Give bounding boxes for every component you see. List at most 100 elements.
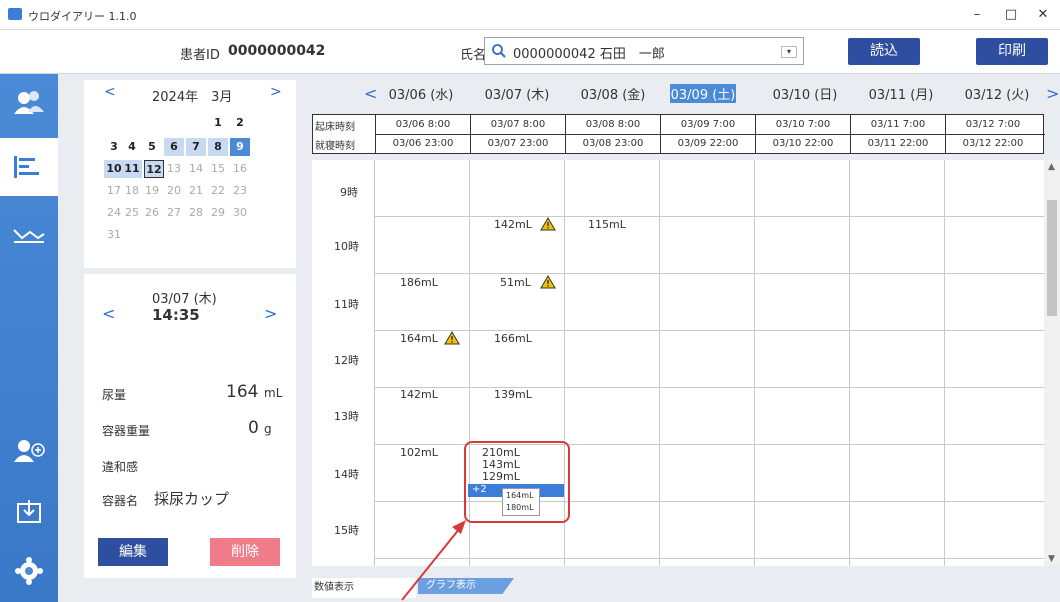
grid-scrollbar[interactable]: ▲ ▼ — [1044, 160, 1060, 566]
calendar-day[interactable]: 2 — [230, 114, 250, 132]
tab-numeric-view[interactable]: 数値表示 — [312, 578, 416, 598]
calendar-day[interactable]: 24 — [104, 204, 124, 222]
date-column-header[interactable]: 03/08 (金) — [566, 84, 660, 103]
date-column-header[interactable]: 03/06 (水) — [374, 84, 468, 103]
dates-next-button[interactable]: > — [1046, 84, 1059, 103]
wake-time-cell[interactable]: 03/07 8:00 — [470, 115, 565, 134]
delete-button[interactable]: 削除 — [210, 538, 280, 566]
edit-button[interactable]: 編集 — [98, 538, 168, 566]
tab-graph-view[interactable]: グラフ表示 — [418, 578, 514, 594]
volume-entry[interactable]: 142mL — [400, 388, 438, 401]
calendar-day[interactable]: 19 — [142, 182, 162, 200]
rail-item-graph-view[interactable] — [0, 204, 58, 262]
maximize-button[interactable]: □ — [996, 4, 1026, 26]
calendar-day[interactable]: 29 — [208, 204, 228, 222]
detail-date: 03/07 (木) — [152, 292, 217, 307]
calendar-day[interactable]: 11 — [122, 160, 142, 178]
close-button[interactable]: ✕ — [1028, 4, 1058, 26]
volume-entry[interactable]: 51mL — [500, 276, 531, 289]
rail-item-import[interactable] — [0, 484, 58, 542]
calendar-day[interactable]: 21 — [186, 182, 206, 200]
calendar-day[interactable]: 26 — [142, 204, 162, 222]
date-column-header[interactable]: 03/12 (火) — [950, 84, 1044, 103]
calendar-day[interactable]: 20 — [164, 182, 184, 200]
rail-item-settings[interactable] — [0, 544, 58, 602]
rail-item-table-view[interactable] — [0, 138, 58, 196]
volume-entry[interactable]: 102mL — [400, 446, 438, 459]
detail-prev-button[interactable]: < — [102, 304, 115, 323]
wake-time-cell[interactable]: 03/09 7:00 — [660, 115, 755, 134]
calendar-day[interactable]: 3 — [104, 138, 124, 156]
date-column-header[interactable]: 03/10 (日) — [758, 84, 852, 103]
calendar-day[interactable]: 22 — [208, 182, 228, 200]
calendar-prev-button[interactable]: < — [104, 84, 116, 100]
wake-time-cell[interactable]: 03/08 8:00 — [565, 115, 660, 134]
bed-time-cell[interactable]: 03/12 22:00 — [945, 134, 1040, 153]
volume-entry[interactable]: 115mL — [588, 218, 626, 231]
calendar-day[interactable]: 1 — [208, 114, 228, 132]
wake-time-cell[interactable]: 03/12 7:00 — [945, 115, 1040, 134]
calendar-day[interactable]: 8 — [208, 138, 228, 156]
bed-time-cell[interactable]: 03/07 23:00 — [470, 134, 565, 153]
calendar-day[interactable]: 27 — [164, 204, 184, 222]
wake-time-cell[interactable]: 03/11 7:00 — [850, 115, 945, 134]
rail-item-patients[interactable] — [0, 74, 58, 132]
bed-time-cell[interactable]: 03/11 22:00 — [850, 134, 945, 153]
scroll-down-icon[interactable]: ▼ — [1048, 554, 1055, 564]
volume-entry[interactable]: 186mL — [400, 276, 438, 289]
calendar-day-selected[interactable]: 9 — [230, 138, 250, 156]
bed-time-cell[interactable]: 03/06 23:00 — [375, 134, 470, 153]
calendar-day[interactable]: 7 — [186, 138, 206, 156]
hour-label: 13時 — [334, 410, 359, 423]
calendar-day-today[interactable]: 12 — [144, 160, 164, 178]
bed-time-cell[interactable]: 03/10 22:00 — [755, 134, 850, 153]
wake-time-label: 起床時刻 — [315, 122, 355, 133]
calendar-day[interactable]: 18 — [122, 182, 142, 200]
patient-header: 患者ID 0000000042 氏名 0000000042 石田 一郎 ▾ 読込… — [0, 30, 1060, 74]
patient-id-label: 患者ID — [180, 48, 220, 63]
chevron-down-icon[interactable]: ▾ — [781, 46, 797, 58]
column-divider — [659, 160, 660, 566]
calendar-day[interactable]: 4 — [122, 138, 142, 156]
calendar-day[interactable]: 23 — [230, 182, 250, 200]
volume-entry[interactable]: 164mL — [400, 332, 438, 345]
volume-entry[interactable]: 139mL — [494, 388, 532, 401]
hour-divider — [374, 273, 1044, 274]
rail-item-add-patient[interactable] — [0, 422, 58, 480]
warning-icon — [540, 275, 556, 289]
date-column-header[interactable]: 03/11 (月) — [854, 84, 948, 103]
calendar-day[interactable]: 28 — [186, 204, 206, 222]
mini-calendar: < 2024年 3月 > 1 2 3 4 5 6 7 8 9 10 11 12 … — [84, 80, 296, 268]
calendar-day[interactable]: 10 — [104, 160, 124, 178]
scrollbar-thumb[interactable] — [1047, 200, 1057, 316]
bed-time-label: 就寝時刻 — [315, 141, 355, 152]
calendar-day[interactable]: 17 — [104, 182, 124, 200]
print-button[interactable]: 印刷 — [976, 38, 1048, 65]
calendar-day[interactable]: 13 — [164, 160, 184, 178]
patient-name-combobox[interactable]: 0000000042 石田 一郎 ▾ — [484, 37, 804, 65]
patient-name-value: 0000000042 石田 一郎 — [513, 47, 665, 62]
scroll-up-icon[interactable]: ▲ — [1048, 162, 1055, 172]
volume-entry[interactable]: 166mL — [494, 332, 532, 345]
date-column-header-selected[interactable]: 03/09 (土) — [670, 84, 736, 103]
minimize-button[interactable]: – — [962, 4, 992, 26]
read-button[interactable]: 読込 — [848, 38, 920, 65]
hour-divider — [374, 330, 1044, 331]
calendar-day[interactable]: 6 — [164, 138, 184, 156]
calendar-day[interactable]: 25 — [122, 204, 142, 222]
date-column-header[interactable]: 03/07 (木) — [470, 84, 564, 103]
calendar-day[interactable]: 30 — [230, 204, 250, 222]
wake-time-cell[interactable]: 03/10 7:00 — [755, 115, 850, 134]
bed-time-cell[interactable]: 03/08 23:00 — [565, 134, 660, 153]
bed-time-cell[interactable]: 03/09 22:00 — [660, 134, 755, 153]
calendar-day[interactable]: 31 — [104, 226, 124, 244]
calendar-day[interactable]: 15 — [208, 160, 228, 178]
calendar-day[interactable]: 5 — [142, 138, 162, 156]
calendar-next-button[interactable]: > — [270, 84, 282, 100]
column-divider — [944, 160, 945, 566]
calendar-day[interactable]: 14 — [186, 160, 206, 178]
volume-entry[interactable]: 142mL — [494, 218, 532, 231]
wake-time-cell[interactable]: 03/06 8:00 — [375, 115, 470, 134]
calendar-day[interactable]: 16 — [230, 160, 250, 178]
detail-next-button[interactable]: > — [264, 304, 277, 323]
